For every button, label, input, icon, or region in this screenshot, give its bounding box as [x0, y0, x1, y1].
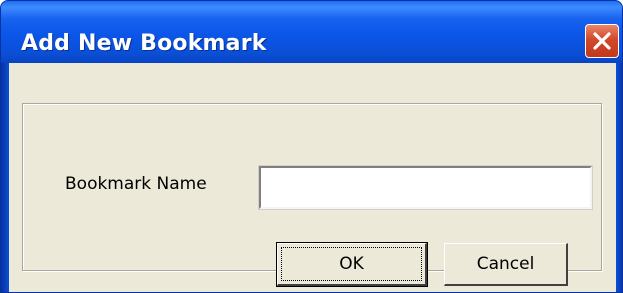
bookmark-group-box: Bookmark Name OK Cancel [22, 103, 602, 287]
window-left-border [1, 63, 9, 292]
window-title: Add New Bookmark [21, 31, 267, 56]
close-button[interactable] [585, 24, 619, 58]
window-right-border [616, 63, 622, 292]
dialog-body: Bookmark Name OK Cancel [9, 63, 616, 292]
close-icon [593, 32, 611, 50]
bookmark-name-label: Bookmark Name [65, 174, 207, 194]
title-bar[interactable]: Add New Bookmark [1, 1, 622, 63]
focus-rectangle [281, 247, 422, 281]
ok-button[interactable]: OK [276, 242, 428, 287]
bookmark-name-input[interactable] [258, 165, 593, 210]
cancel-button-label: Cancel [476, 254, 535, 274]
add-bookmark-dialog: Add New Bookmark Bookmark Name OK Cancel [0, 0, 623, 293]
cancel-button[interactable]: Cancel [444, 243, 568, 286]
